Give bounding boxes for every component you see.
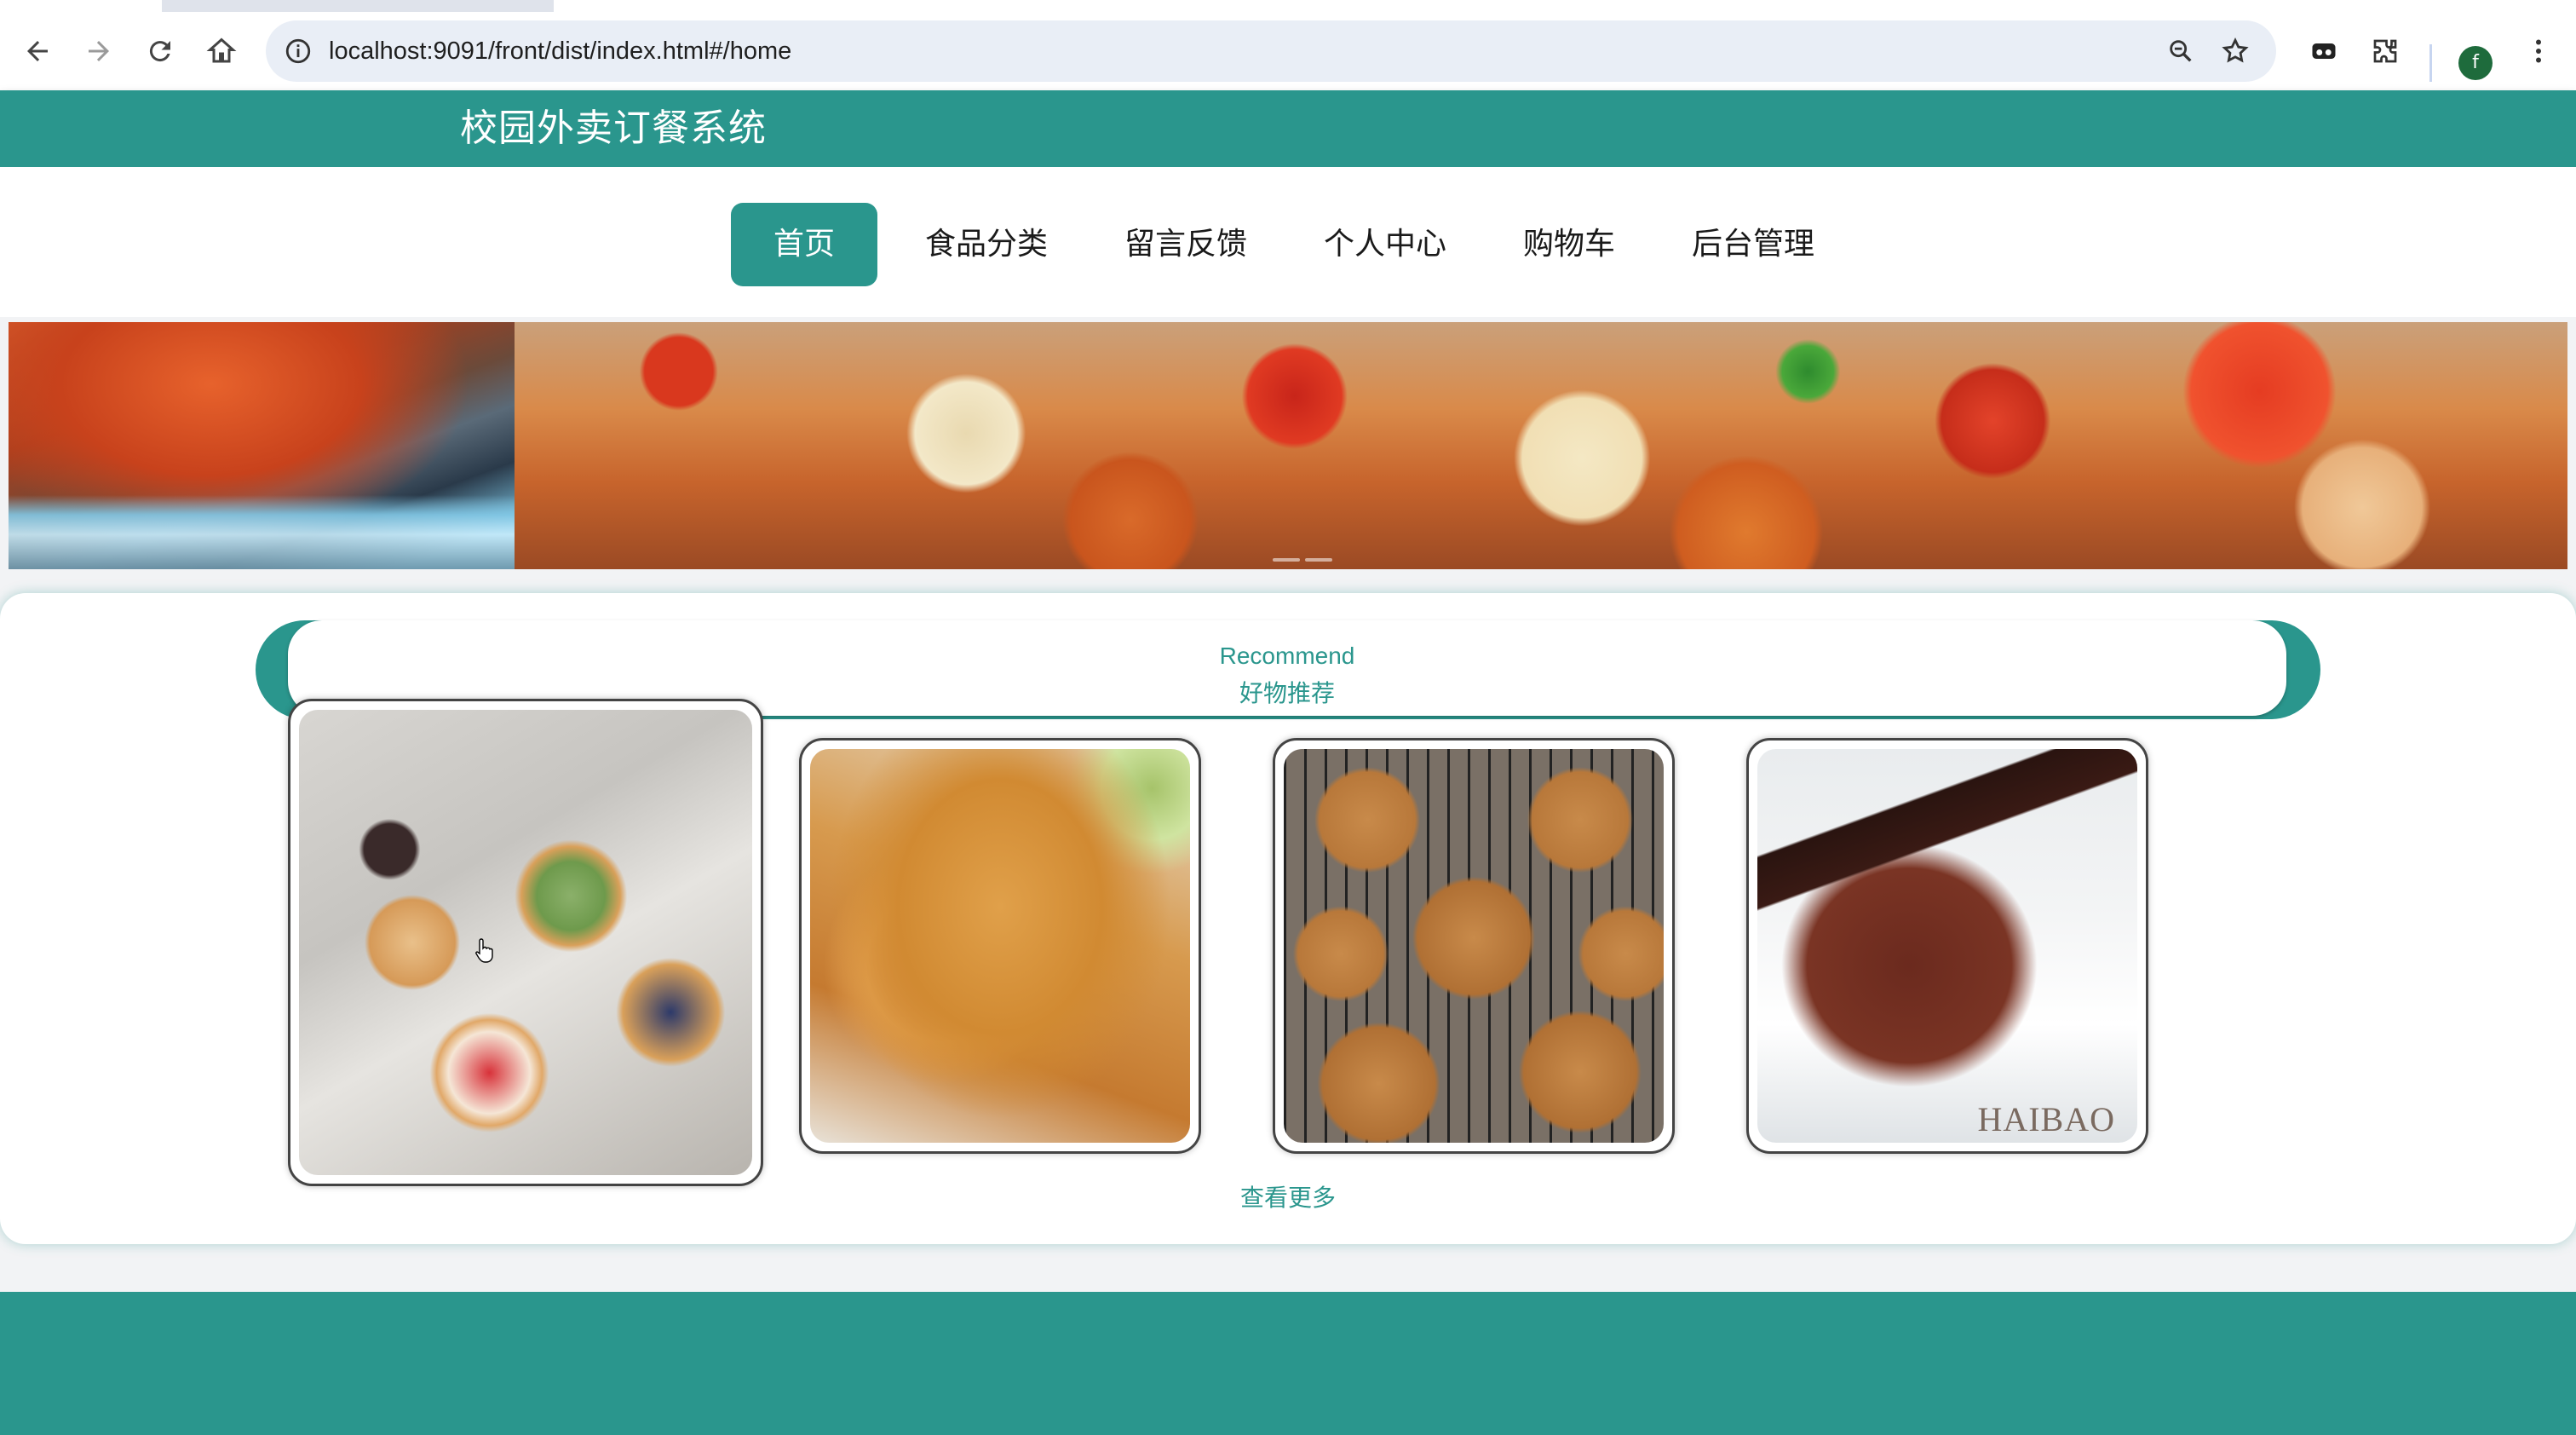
incognito-extension-icon[interactable] bbox=[2302, 29, 2346, 73]
address-bar[interactable]: localhost:9091/front/dist/index.html#/ho… bbox=[266, 20, 2276, 82]
view-more-row: 查看更多 bbox=[0, 1179, 2576, 1213]
browser-tab-active[interactable] bbox=[554, 0, 2576, 12]
cookies-image[interactable] bbox=[1284, 749, 1664, 1143]
nav-item-home[interactable]: 首页 bbox=[731, 203, 877, 286]
nav-item-user-center[interactable]: 个人中心 bbox=[1324, 203, 1446, 286]
nav-item-feedback[interactable]: 留言反馈 bbox=[1124, 203, 1247, 286]
product-card[interactable] bbox=[288, 699, 763, 1186]
carousel-dot[interactable] bbox=[1305, 558, 1332, 562]
product-card[interactable] bbox=[1273, 738, 1675, 1154]
bookmark-star-icon[interactable] bbox=[2215, 31, 2256, 72]
site-info-icon[interactable] bbox=[278, 31, 319, 72]
carousel-dot[interactable] bbox=[1273, 558, 1300, 562]
chocolate-cake-image[interactable]: HAIBAO bbox=[1757, 749, 2137, 1143]
carousel-indicators[interactable] bbox=[1273, 549, 1341, 562]
more-menu-icon[interactable] bbox=[2516, 29, 2561, 73]
toolbar-divider bbox=[2429, 44, 2432, 82]
hand-pointer-cursor-icon bbox=[475, 938, 493, 963]
back-icon[interactable] bbox=[15, 29, 60, 73]
product-card[interactable]: HAIBAO bbox=[1746, 738, 2148, 1154]
browser-tab-strip bbox=[0, 0, 2576, 12]
site-header: 校园外卖订餐系统 bbox=[0, 90, 2576, 167]
profile-avatar[interactable]: f bbox=[2458, 46, 2493, 80]
url-text[interactable]: localhost:9091/front/dist/index.html#/ho… bbox=[329, 20, 791, 82]
banner-slide-previous bbox=[9, 322, 515, 569]
product-card[interactable] bbox=[799, 738, 1201, 1154]
banner-slide-pizza bbox=[515, 322, 2567, 569]
view-more-link[interactable]: 查看更多 bbox=[1240, 1184, 1336, 1212]
browser-toolbar: localhost:9091/front/dist/index.html#/ho… bbox=[0, 12, 2576, 90]
nav-item-food-categories[interactable]: 食品分类 bbox=[925, 203, 1048, 286]
site-footer bbox=[0, 1292, 2576, 1435]
banner-carousel[interactable] bbox=[9, 322, 2567, 569]
image-watermark: HAIBAO bbox=[1977, 1100, 2115, 1138]
recommend-title-en: Recommend bbox=[1219, 643, 1355, 669]
forward-icon[interactable] bbox=[77, 29, 121, 73]
main-nav: 首页 食品分类 留言反馈 个人中心 购物车 后台管理 bbox=[0, 167, 2576, 317]
recommend-section: Recommend 好物推荐 HAIBAO 查看更多 bbox=[0, 593, 2576, 1244]
browser-tab[interactable] bbox=[0, 0, 162, 12]
nav-item-cart[interactable]: 购物车 bbox=[1523, 203, 1615, 286]
zoom-icon[interactable] bbox=[2160, 31, 2201, 72]
reload-icon[interactable] bbox=[138, 29, 182, 73]
cream-puff-pastries-image[interactable] bbox=[299, 710, 752, 1175]
site-title: 校园外卖订餐系统 bbox=[460, 107, 767, 150]
extensions-puzzle-icon[interactable] bbox=[2363, 29, 2407, 73]
home-icon[interactable] bbox=[199, 29, 244, 73]
fried-chicken-image[interactable] bbox=[810, 749, 1190, 1143]
nav-item-admin[interactable]: 后台管理 bbox=[1692, 203, 1814, 286]
